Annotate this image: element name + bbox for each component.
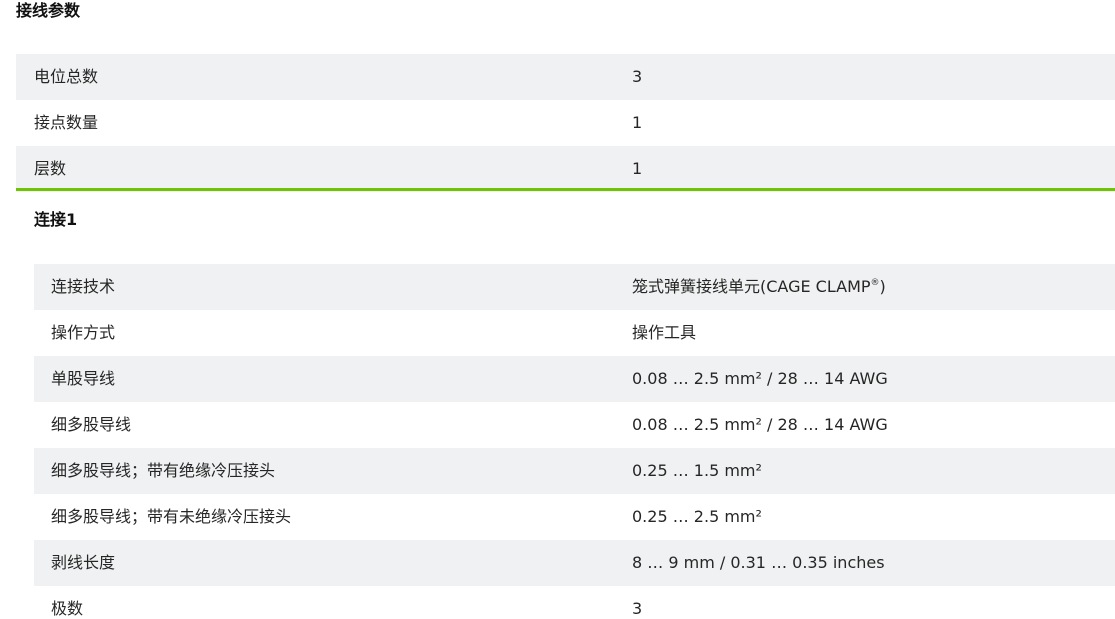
table-row: 操作方式 操作工具	[34, 310, 1115, 356]
table-row: 细多股导线；带有未绝缘冷压接头 0.25 … 2.5 mm²	[34, 494, 1115, 540]
row-label: 剥线长度	[51, 553, 116, 572]
row-label: 电位总数	[34, 67, 99, 86]
section-divider	[16, 188, 1115, 191]
connection-table: 连接技术 笼式弹簧接线单元(CAGE CLAMP®) 操作方式 操作工具 单股导…	[34, 264, 1115, 619]
table-row: 连接技术 笼式弹簧接线单元(CAGE CLAMP®)	[34, 264, 1115, 310]
row-value: 0.25 … 2.5 mm²	[632, 507, 762, 526]
row-value-suffix: )	[879, 277, 886, 296]
row-value: 操作工具	[632, 323, 697, 342]
row-label: 细多股导线；带有绝缘冷压接头	[51, 461, 276, 480]
row-value: 3	[632, 67, 643, 86]
row-label: 操作方式	[51, 323, 116, 342]
row-value: 1	[632, 159, 643, 178]
row-value-text: 笼式弹簧接线单元(CAGE CLAMP	[632, 277, 871, 296]
table-row: 单股导线 0.08 … 2.5 mm² / 28 … 14 AWG	[34, 356, 1115, 402]
section-title: 接线参数	[16, 1, 81, 20]
table-row: 层数 1	[16, 146, 1115, 192]
row-value-connection-tech: 笼式弹簧接线单元(CAGE CLAMP®)	[632, 264, 886, 310]
row-value: 0.25 … 1.5 mm²	[632, 461, 762, 480]
table-row: 电位总数 3	[16, 54, 1115, 100]
wiring-parameters-table: 电位总数 3 接点数量 1 层数 1	[16, 54, 1115, 192]
connection-title: 连接1	[34, 210, 78, 229]
registered-mark: ®	[870, 278, 880, 288]
row-value: 3	[632, 599, 643, 618]
row-label: 接点数量	[34, 113, 99, 132]
row-label: 细多股导线；带有未绝缘冷压接头	[51, 507, 292, 526]
table-row: 剥线长度 8 … 9 mm / 0.31 … 0.35 inches	[34, 540, 1115, 586]
table-row: 细多股导线；带有绝缘冷压接头 0.25 … 1.5 mm²	[34, 448, 1115, 494]
row-label: 单股导线	[51, 369, 116, 388]
row-label: 细多股导线	[51, 415, 132, 434]
row-value: 0.08 … 2.5 mm² / 28 … 14 AWG	[632, 415, 888, 434]
row-label: 极数	[51, 599, 84, 618]
row-value: 0.08 … 2.5 mm² / 28 … 14 AWG	[632, 369, 888, 388]
table-row: 接点数量 1	[16, 100, 1115, 146]
row-label: 层数	[34, 159, 67, 178]
row-value: 1	[632, 113, 643, 132]
table-row: 极数 3	[34, 586, 1115, 619]
row-label: 连接技术	[51, 277, 116, 296]
wiring-parameters-page: 接线参数 电位总数 3 接点数量 1 层数 1 连接1 连接技术 笼式弹簧接线单…	[0, 0, 1115, 619]
table-row: 细多股导线 0.08 … 2.5 mm² / 28 … 14 AWG	[34, 402, 1115, 448]
row-value: 8 … 9 mm / 0.31 … 0.35 inches	[632, 553, 885, 572]
